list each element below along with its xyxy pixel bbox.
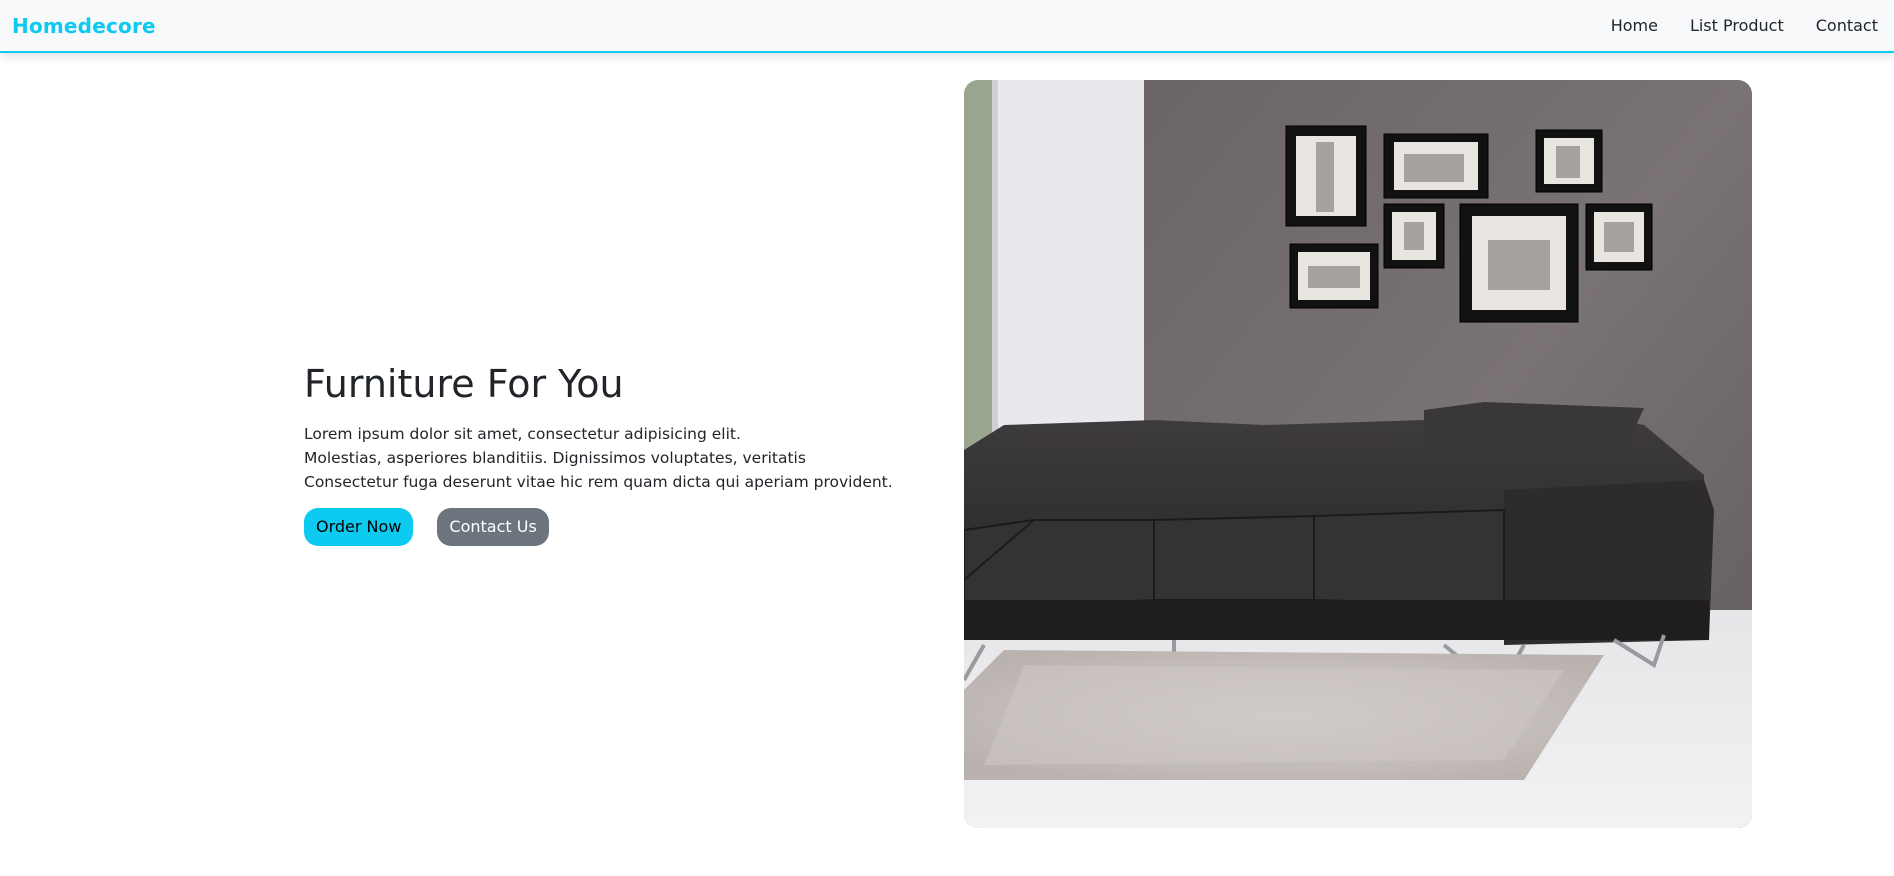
nav-link-list-product[interactable]: List Product xyxy=(1690,16,1784,35)
hero-sofa-image xyxy=(964,80,1752,828)
hero-description-line-1: Lorem ipsum dolor sit amet, consectetur … xyxy=(304,425,741,443)
hero-description-line-2: Molestias, asperiores blanditiis. Dignis… xyxy=(304,449,806,467)
contact-us-button[interactable]: Contact Us xyxy=(437,508,549,546)
living-room-illustration xyxy=(964,80,1752,828)
brand-logo-link[interactable]: Homedecore xyxy=(12,14,156,38)
hero-title: Furniture For You xyxy=(304,362,624,406)
navbar: Homedecore Home List Product Contact xyxy=(0,0,1894,53)
hero-content: Furniture For You Lorem ipsum dolor sit … xyxy=(304,358,904,546)
nav-links: Home List Product Contact xyxy=(1611,16,1894,35)
hero-description: Lorem ipsum dolor sit amet, consectetur … xyxy=(304,422,904,494)
nav-link-home[interactable]: Home xyxy=(1611,16,1658,35)
order-now-button[interactable]: Order Now xyxy=(304,508,414,546)
hero-button-row: Order Now Contact Us xyxy=(304,508,904,546)
nav-link-contact[interactable]: Contact xyxy=(1816,16,1878,35)
hero-description-line-3: Consectetur fuga deserunt vitae hic rem … xyxy=(304,473,893,491)
